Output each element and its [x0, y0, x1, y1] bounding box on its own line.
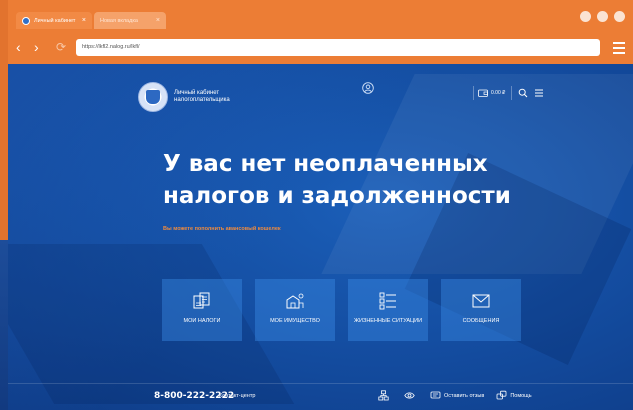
- tile-life-situations[interactable]: ЖИЗНЕННЫЕ СИТУАЦИИ: [348, 279, 428, 341]
- tab-close-icon[interactable]: ×: [82, 17, 86, 24]
- close-window-button[interactable]: [614, 11, 625, 22]
- footer-actions: Оставить отзыв Помощь: [378, 390, 544, 401]
- tab-bar: Личный кабинет × Новая вкладка ×: [8, 0, 633, 32]
- tab-close-icon[interactable]: ×: [156, 17, 160, 24]
- menu-list-icon[interactable]: [534, 88, 544, 98]
- browser-window: Личный кабинет × Новая вкладка × ‹ › ⟳ h…: [8, 0, 633, 410]
- page-title-line: налогов и задолженности: [163, 183, 511, 209]
- sitemap-button[interactable]: [378, 390, 392, 401]
- tab-title: Новая вкладка: [100, 17, 138, 24]
- life-situations-icon: [379, 292, 396, 310]
- feedback-label: Оставить отзыв: [444, 392, 485, 399]
- page-content: Личный кабинет налогоплательщика 0.00 ₽: [8, 64, 633, 410]
- eye-icon: [404, 392, 415, 399]
- tab-active[interactable]: Личный кабинет ×: [16, 12, 92, 29]
- comment-icon: [430, 391, 441, 399]
- reload-button[interactable]: ⟳: [56, 39, 66, 55]
- feedback-button[interactable]: Оставить отзыв: [430, 390, 484, 401]
- accessibility-button[interactable]: [404, 390, 418, 401]
- url-input[interactable]: https://lkfl2.nalog.ru/lkfl/: [76, 39, 600, 56]
- logo-text: Личный кабинет налогоплательщика: [174, 90, 230, 103]
- service-tiles: МОИ НАЛОГИ МОЕ ИМУЩЕСТВО ЖИЗНЕННЫЕ СИТУА…: [162, 279, 521, 341]
- tile-label: МОИ НАЛОГИ: [183, 318, 221, 324]
- window-controls: [580, 11, 625, 22]
- maximize-button[interactable]: [597, 11, 608, 22]
- help-label: Помощь: [510, 392, 532, 399]
- back-button[interactable]: ‹: [16, 39, 21, 55]
- help-chat-icon: [496, 390, 507, 400]
- tax-documents-icon: [193, 292, 210, 309]
- page-title-line: У вас нет неоплаченных: [163, 151, 488, 177]
- property-icon: [286, 293, 304, 309]
- sitemap-icon: [378, 390, 389, 401]
- hamburger-menu-icon[interactable]: [613, 42, 625, 57]
- tile-label: СООБЩЕНИЯ: [462, 318, 500, 324]
- tab-inactive[interactable]: Новая вкладка ×: [94, 12, 166, 29]
- tile-my-taxes[interactable]: МОИ НАЛОГИ: [162, 279, 242, 341]
- page-title: У вас нет неоплаченных налогов и задолже…: [163, 148, 523, 212]
- tile-label: ЖИЗНЕННЫЕ СИТУАЦИИ: [353, 318, 423, 324]
- search-icon[interactable]: [518, 88, 528, 98]
- wallet-icon: [478, 89, 488, 97]
- help-button[interactable]: Помощь: [496, 390, 532, 401]
- tile-messages[interactable]: СООБЩЕНИЯ: [441, 279, 521, 341]
- tile-my-property[interactable]: МОЕ ИМУЩЕСТВО: [255, 279, 335, 341]
- top-up-wallet-link[interactable]: Вы можете пополнить авансовый кошелек: [163, 226, 281, 232]
- forward-button[interactable]: ›: [34, 39, 39, 55]
- divider: [511, 86, 513, 100]
- user-profile-icon[interactable]: [362, 82, 374, 94]
- wallet-button[interactable]: 0.00 ₽: [473, 86, 505, 100]
- header-actions: 0.00 ₽: [473, 86, 550, 100]
- contact-center-label: Контакт-центр: [219, 393, 256, 399]
- page-footer: 8-800-222-2222 Контакт-центр Оставить от…: [8, 383, 633, 410]
- tab-title: Личный кабинет: [34, 17, 76, 24]
- tile-label: МОЕ ИМУЩЕСТВО: [270, 318, 320, 324]
- minimize-button[interactable]: [580, 11, 591, 22]
- site-logo[interactable]: Личный кабинет налогоплательщика: [138, 82, 244, 112]
- address-bar: ‹ › ⟳ https://lkfl2.nalog.ru/lkfl/: [8, 32, 633, 64]
- wallet-amount: 0.00 ₽: [491, 90, 506, 96]
- favicon-icon: [22, 16, 30, 25]
- envelope-icon: [472, 294, 490, 308]
- fns-emblem-icon: [138, 82, 168, 112]
